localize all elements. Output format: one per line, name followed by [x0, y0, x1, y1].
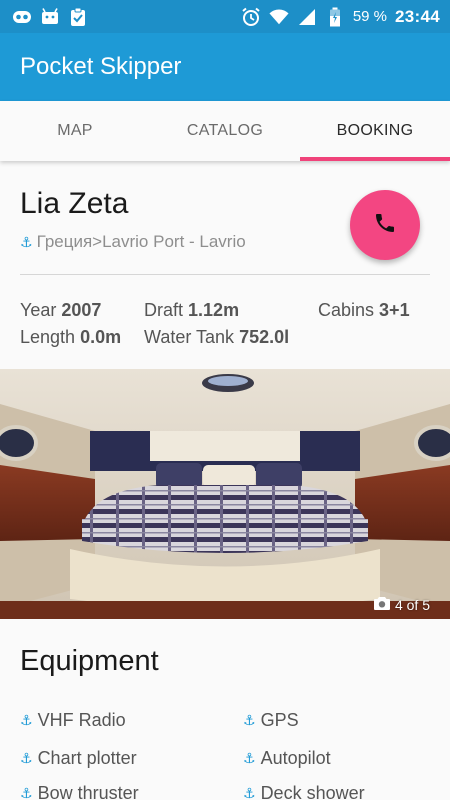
battery-charging-icon	[325, 7, 345, 27]
boat-location: ⚓ Греция>Lavrio Port - Lavrio	[20, 232, 246, 252]
equipment-item: ⚓ Autopilot	[243, 748, 331, 768]
android-icon	[40, 7, 60, 27]
clipboard-check-icon	[68, 7, 88, 27]
alarm-icon	[241, 7, 261, 27]
spec-water-tank: Water Tank 752.0l	[144, 327, 290, 347]
phone-icon	[373, 211, 397, 240]
boat-header: Lia Zeta ⚓ Греция>Lavrio Port - Lavrio Y…	[0, 161, 450, 369]
app-bar: Pocket Skipper	[0, 33, 450, 101]
status-bar: 59 % 23:44	[0, 0, 450, 33]
clock: 23:44	[395, 6, 440, 26]
spec-length: Length 0.0m	[20, 327, 122, 347]
app-title: Pocket Skipper	[20, 53, 182, 80]
anchor-icon: ⚓	[243, 750, 256, 766]
tab-booking[interactable]: BOOKING	[300, 101, 450, 161]
boat-photo-gallery[interactable]: 4 of 5	[0, 369, 450, 619]
anchor-icon: ⚓	[20, 712, 33, 728]
equipment-item: ⚓ Chart plotter	[20, 748, 137, 768]
battery-percent: 59 %	[352, 8, 388, 25]
photo-counter-text: 4 of 5	[394, 596, 430, 613]
spec-cabins: Cabins 3+1	[318, 300, 410, 320]
anchor-icon: ⚓	[20, 233, 33, 250]
equipment-item: ⚓ VHF Radio	[20, 710, 126, 730]
spec-draft: Draft 1.12m	[144, 300, 240, 320]
voicemail-icon	[12, 7, 32, 27]
tab-map[interactable]: MAP	[0, 101, 150, 161]
boat-name: Lia Zeta	[20, 187, 129, 220]
location-text: Греция>Lavrio Port - Lavrio	[36, 232, 246, 251]
spec-year: Year 2007	[20, 300, 102, 320]
anchor-icon: ⚓	[243, 785, 256, 800]
camera-icon	[373, 596, 390, 613]
equipment-title: Equipment	[20, 645, 159, 677]
signal-icon	[297, 7, 317, 27]
anchor-icon: ⚓	[243, 712, 256, 728]
equipment-item: ⚓ GPS	[243, 710, 299, 730]
equipment-item: ⚓ Deck shower	[243, 783, 365, 800]
anchor-icon: ⚓	[20, 750, 33, 766]
tab-catalog[interactable]: CATALOG	[150, 101, 300, 161]
cabin-photo	[0, 369, 450, 619]
photo-counter: 4 of 5	[373, 596, 430, 613]
anchor-icon: ⚓	[20, 785, 33, 800]
tab-bar: MAP CATALOG BOOKING	[0, 101, 450, 161]
divider	[20, 274, 430, 275]
equipment-item: ⚓ Bow thruster	[20, 783, 139, 800]
wifi-icon	[269, 7, 289, 27]
call-button[interactable]	[350, 190, 420, 260]
